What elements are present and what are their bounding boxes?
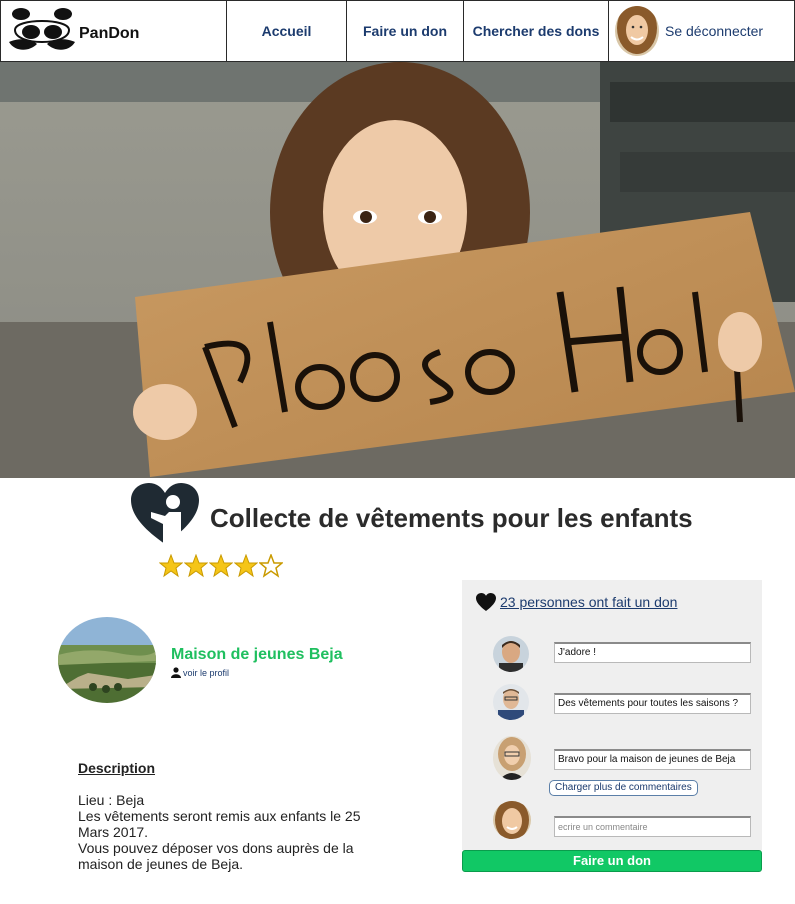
- donate-button[interactable]: Faire un don: [462, 850, 762, 872]
- comment-text: Des vêtements pour toutes les saisons ?: [554, 693, 751, 714]
- page-title: Collecte de vêtements pour les enfants: [210, 503, 693, 533]
- star-filled-icon[interactable]: [159, 554, 183, 578]
- comment-avatar[interactable]: [493, 736, 531, 780]
- donors-count[interactable]: 23 personnes ont fait un don: [475, 592, 677, 612]
- nav-item-accueil[interactable]: Accueil: [227, 0, 347, 62]
- nav-item-chercher-des-dons[interactable]: Chercher des dons: [464, 0, 609, 62]
- heart-icon: [476, 593, 496, 611]
- user-icon: [171, 667, 181, 678]
- view-profile-link[interactable]: voir le profil: [171, 667, 229, 678]
- hero-image: [0, 62, 795, 478]
- star-empty-icon[interactable]: [259, 554, 283, 578]
- view-profile-label[interactable]: voir le profil: [183, 668, 229, 678]
- description-line: Les vêtements seront remis aux enfants l…: [78, 808, 361, 840]
- load-more-comments-button[interactable]: Charger plus de commentaires: [549, 780, 698, 796]
- nav-link-chercher-des-dons[interactable]: Chercher des dons: [473, 23, 600, 39]
- star-filled-icon[interactable]: [234, 554, 258, 578]
- description-body: Lieu : Beja Les vêtements seront remis a…: [78, 792, 378, 872]
- comment-text: J'adore !: [554, 642, 751, 663]
- star-filled-icon[interactable]: [184, 554, 208, 578]
- nav-link-faire-un-don[interactable]: Faire un don: [363, 23, 447, 39]
- brand-name: PanDon: [79, 25, 140, 42]
- organization-name[interactable]: Maison de jeunes Beja: [171, 646, 343, 664]
- top-navbar: PanDon Accueil Faire un don Chercher des…: [0, 0, 795, 62]
- brand[interactable]: PanDon: [0, 0, 227, 62]
- comment-input[interactable]: [554, 816, 751, 837]
- nav-link-accueil[interactable]: Accueil: [262, 23, 312, 39]
- comment-avatar[interactable]: [493, 684, 529, 720]
- logout-link[interactable]: Se déconnecter: [665, 23, 763, 39]
- description-line: Lieu : Beja: [78, 792, 145, 808]
- nav-item-faire-un-don[interactable]: Faire un don: [347, 0, 464, 62]
- rating-stars[interactable]: [159, 554, 284, 578]
- user-menu[interactable]: Se déconnecter: [609, 0, 795, 62]
- comment-avatar[interactable]: [493, 636, 529, 672]
- charity-heart-icon: [131, 483, 199, 546]
- comment-text: Bravo pour la maison de jeunes de Beja: [554, 749, 751, 770]
- donors-count-link[interactable]: 23 personnes ont fait un don: [500, 594, 677, 610]
- description-heading: Description: [78, 760, 156, 776]
- star-filled-icon[interactable]: [209, 554, 233, 578]
- organization-photo[interactable]: [58, 617, 156, 703]
- user-avatar[interactable]: [615, 6, 659, 56]
- panda-logo-icon: [9, 8, 75, 50]
- current-user-avatar[interactable]: [493, 801, 531, 839]
- description-line: Vous pouvez déposer vos dons auprès de l…: [78, 840, 354, 872]
